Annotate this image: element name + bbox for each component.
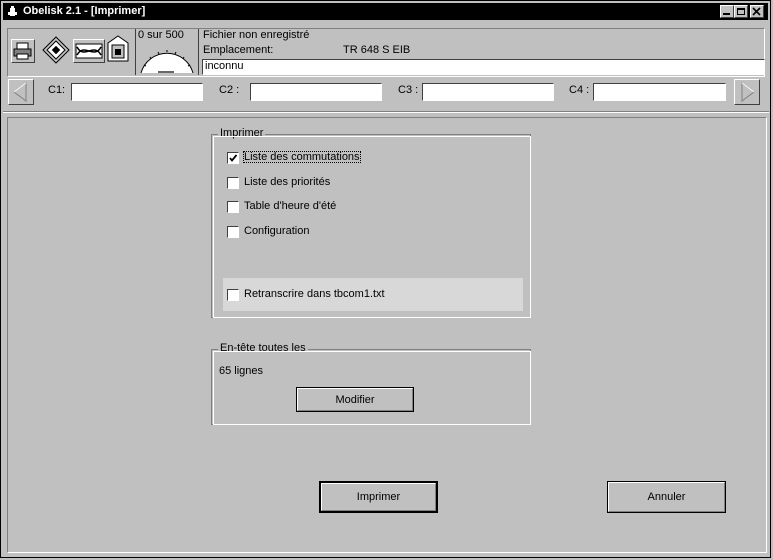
cable-tool-button[interactable] xyxy=(73,39,105,63)
lock-icon xyxy=(107,35,129,62)
main-window: Obelisk 2.1 - [Imprimer] 0 sur 500 Fichi… xyxy=(0,0,771,558)
minimize-button[interactable] xyxy=(720,5,734,18)
name-field[interactable]: inconnu xyxy=(202,59,765,75)
modify-button-label: Modifier xyxy=(335,393,375,406)
next-arrow-button[interactable] xyxy=(734,79,760,105)
restore-button[interactable] xyxy=(734,5,748,18)
restore-icon xyxy=(737,8,745,15)
checkmark-icon xyxy=(229,154,238,162)
channel-label-3: C3 : xyxy=(398,84,419,96)
lock-tool-button[interactable] xyxy=(107,35,129,63)
disk-icon[interactable] xyxy=(41,35,71,65)
print-tool-button[interactable] xyxy=(11,39,35,63)
gauge-icon xyxy=(140,50,194,74)
channel-label-1: C1: xyxy=(48,84,66,96)
option-label-priorities[interactable]: Liste des priorités xyxy=(244,176,330,188)
print-button-label: Imprimer xyxy=(356,491,401,503)
option-checkbox-commutations[interactable] xyxy=(227,152,239,164)
option-label-summer-time[interactable]: Table d'heure d'été xyxy=(244,200,336,212)
close-button[interactable] xyxy=(750,5,764,18)
option-checkbox-priorities[interactable] xyxy=(227,177,239,189)
channel-label-4: C4 : xyxy=(569,84,590,96)
location-label: Emplacement: xyxy=(203,44,274,56)
channel-input-2[interactable] xyxy=(250,83,382,101)
close-icon xyxy=(752,7,761,16)
cancel-button[interactable]: Annuler xyxy=(607,481,726,513)
toolbar-separator xyxy=(3,111,769,113)
channel-input-1[interactable] xyxy=(71,83,203,101)
transcribe-label[interactable]: Retranscrire dans tbcom1.txt xyxy=(244,288,385,300)
header-group-legend: En-tête toutes les xyxy=(218,342,308,354)
arrow-right-icon xyxy=(741,82,755,102)
channel-label-2: C2 : xyxy=(219,84,240,96)
option-checkbox-summer-time[interactable] xyxy=(227,201,239,213)
print-button[interactable]: Imprimer xyxy=(319,481,438,513)
counter-label: 0 sur 500 xyxy=(138,29,184,41)
app-icon xyxy=(8,6,17,16)
print-group-legend: Imprimer xyxy=(218,127,266,139)
transcribe-checkbox[interactable] xyxy=(227,289,239,301)
counter-panel: 0 sur 500 xyxy=(135,29,199,75)
file-status: Fichier non enregistré xyxy=(203,29,310,41)
location-value: TR 648 S EIB xyxy=(343,44,411,56)
cable-icon xyxy=(75,43,103,59)
option-checkbox-configuration[interactable] xyxy=(227,226,239,238)
title-bar[interactable]: Obelisk 2.1 - [Imprimer] xyxy=(3,3,768,20)
option-label-commutations[interactable]: Liste des commutations xyxy=(243,151,361,163)
channel-input-3[interactable] xyxy=(422,83,554,101)
printer-icon xyxy=(13,42,32,60)
window-title: Obelisk 2.1 - [Imprimer] xyxy=(23,5,146,17)
modify-button[interactable]: Modifier xyxy=(296,387,414,412)
cancel-button-label: Annuler xyxy=(647,491,686,503)
minimize-icon xyxy=(723,13,730,15)
option-label-configuration[interactable]: Configuration xyxy=(244,225,309,237)
prev-arrow-button[interactable] xyxy=(8,79,34,105)
channel-input-4[interactable] xyxy=(593,83,726,101)
arrow-left-icon xyxy=(13,82,27,102)
header-lines-value: 65 lignes xyxy=(219,365,264,377)
